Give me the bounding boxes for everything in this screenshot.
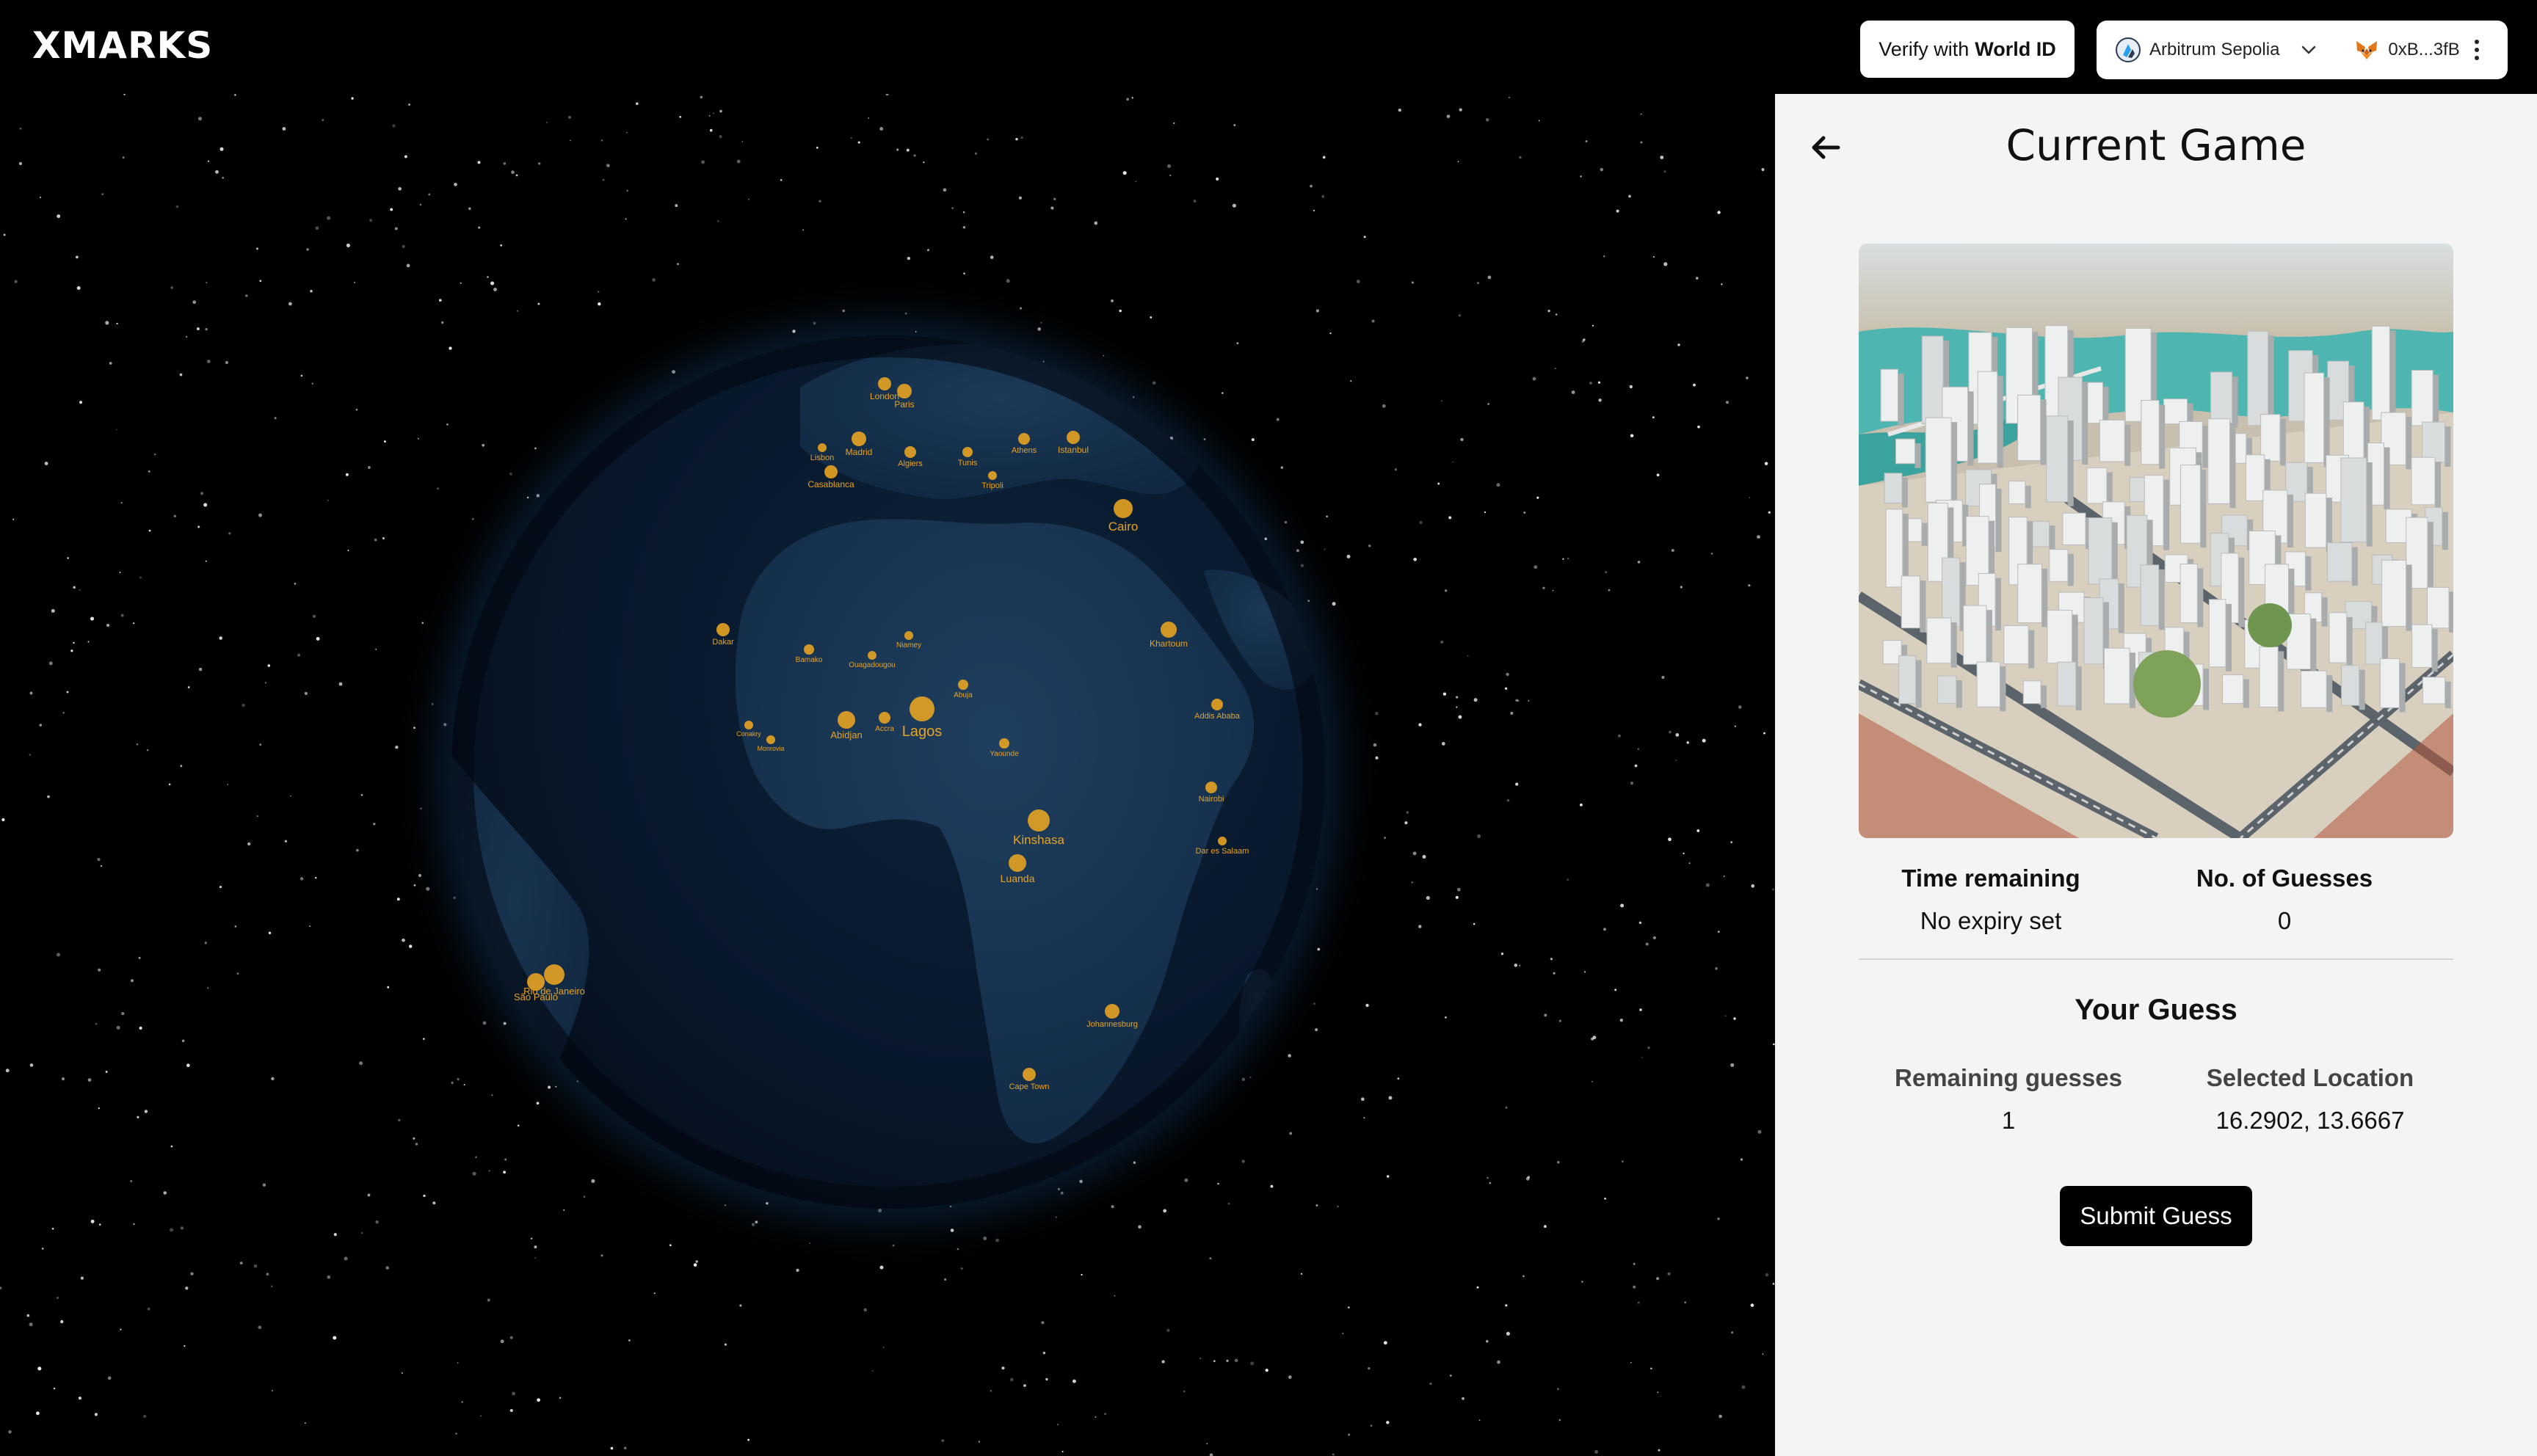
account-button[interactable]: 0xB...3fB	[2354, 37, 2460, 62]
city-label: Monrovia	[757, 745, 784, 752]
city-marker[interactable]	[1161, 622, 1177, 638]
guesses-count-value: 0	[2277, 907, 2292, 934]
your-guess-heading: Your Guess	[2075, 994, 2237, 1026]
network-selector[interactable]: Arbitrum Sepolia	[2116, 37, 2319, 62]
selected-location-label: Selected Location	[2206, 1064, 2414, 1091]
city-marker[interactable]	[527, 973, 545, 991]
city-label: Lagos	[902, 724, 943, 740]
city-marker[interactable]	[910, 696, 934, 721]
city-label: Lisbon	[810, 454, 834, 462]
city-label: Kinshasa	[1013, 833, 1064, 847]
city-label: Cape Town	[1009, 1082, 1050, 1091]
divider	[1859, 958, 2453, 960]
city-label: Conakry	[736, 730, 761, 738]
city-marker[interactable]	[716, 623, 730, 636]
city-marker[interactable]	[1211, 699, 1223, 710]
city-marker[interactable]	[988, 471, 997, 480]
game-location-image	[1859, 244, 2453, 838]
city-marker[interactable]	[1114, 499, 1133, 518]
city-label: Tunis	[958, 459, 978, 467]
globe-viewport[interactable]: London Paris Madrid Lisbon Casablanca Algiers…	[0, 94, 1775, 1456]
city-label: Cairo	[1108, 520, 1139, 534]
time-remaining-label: Time remaining	[1901, 864, 2080, 892]
remaining-guesses-label: Remaining guesses	[1895, 1064, 2122, 1091]
time-remaining-value: No expiry set	[1920, 907, 2062, 934]
city-marker[interactable]	[1067, 431, 1080, 444]
globe-canvas[interactable]: LondonParisMadridLisbonCasablancaAlgiers…	[0, 94, 1775, 1456]
city-marker[interactable]	[962, 447, 973, 457]
city-marker[interactable]	[744, 721, 753, 729]
city-marker[interactable]	[1009, 854, 1026, 872]
city-label: Nairobi	[1199, 795, 1224, 804]
city-marker[interactable]	[544, 964, 565, 985]
city-marker[interactable]	[904, 631, 913, 640]
verify-prefix: Verify with	[1879, 37, 1970, 60]
city-label: Dakar	[712, 638, 734, 647]
city-label: Addis Ababa	[1194, 712, 1241, 721]
city-marker[interactable]	[1018, 433, 1030, 445]
time-remaining-stat: Time remaining No expiry set	[1859, 864, 2123, 935]
city-marker[interactable]	[999, 738, 1009, 749]
city-label: Abidjan	[830, 729, 862, 740]
city-marker[interactable]	[838, 711, 855, 729]
guesses-count-stat: No. of Guesses 0	[2152, 864, 2417, 935]
city-marker[interactable]	[897, 384, 912, 398]
city-label: Accra	[875, 725, 894, 733]
verify-strong: World ID	[1975, 37, 2056, 60]
city-label: Algiers	[898, 459, 923, 468]
chevron-down-icon	[2302, 46, 2316, 54]
selected-location-stat: Selected Location 16.2902, 13.6667	[2163, 1064, 2457, 1135]
city-marker[interactable]	[1023, 1068, 1036, 1081]
top-bar: XMARKS Verify with World ID Arbitrum Sep…	[0, 0, 2537, 94]
city-label: Istanbul	[1058, 445, 1089, 455]
city-marker[interactable]	[958, 680, 968, 690]
city-label: Bamako	[796, 656, 823, 664]
city-marker[interactable]	[1218, 837, 1227, 845]
city-marker[interactable]	[852, 432, 866, 446]
more-options-icon[interactable]	[2473, 40, 2480, 60]
network-name: Arbitrum Sepolia	[2149, 40, 2280, 59]
submit-guess-button[interactable]: Submit Guess	[2060, 1186, 2252, 1246]
city-label: Madrid	[846, 447, 873, 457]
city-label: Yaounde	[990, 750, 1019, 758]
city-label: Luanda	[1001, 873, 1035, 884]
city-label: Tripoli	[981, 481, 1003, 490]
city-marker[interactable]	[868, 651, 876, 660]
game-panel: Current Game Time remaining No expiry se…	[1775, 94, 2537, 1456]
guesses-count-label: No. of Guesses	[2196, 864, 2373, 892]
verify-world-id-button[interactable]: Verify with World ID	[1860, 21, 2075, 78]
app-logo[interactable]: XMARKS	[32, 23, 213, 68]
city-marker[interactable]	[1028, 809, 1050, 831]
account-address: 0xB...3fB	[2388, 40, 2460, 59]
city-marker[interactable]	[879, 712, 890, 724]
city-label: Ouagadougou	[849, 661, 895, 669]
city-label: Casablanca	[807, 479, 854, 489]
city-marker[interactable]	[1205, 782, 1217, 793]
city-label: Khartoum	[1150, 638, 1188, 649]
city-marker[interactable]	[766, 735, 775, 744]
city-marker[interactable]	[904, 446, 916, 458]
city-label: Athens	[1012, 446, 1037, 455]
city-marker[interactable]	[804, 644, 814, 655]
panel-title: Current Game	[2006, 120, 2306, 170]
city-label: Paris	[894, 399, 914, 410]
city-label: São Paulo	[514, 991, 558, 1002]
city-label: Niamey	[896, 641, 921, 649]
city-label: Johannesburg	[1086, 1020, 1138, 1029]
selected-location-value: 16.2902, 13.6667	[2215, 1107, 2405, 1134]
arbitrum-icon	[2116, 37, 2141, 62]
city-marker[interactable]	[878, 377, 891, 390]
city-marker[interactable]	[818, 443, 827, 452]
metamask-fox-icon	[2356, 41, 2378, 59]
city-label: Dar es Salaam	[1196, 847, 1249, 856]
city-label: Abuja	[954, 691, 973, 699]
city-marker[interactable]	[1105, 1004, 1119, 1019]
remaining-guesses-value: 1	[2001, 1107, 2016, 1134]
wallet-widget: Arbitrum Sepolia 0xB...3fB	[2097, 21, 2508, 79]
city-marker[interactable]	[824, 465, 838, 478]
remaining-guesses-stat: Remaining guesses 1	[1862, 1064, 2155, 1135]
